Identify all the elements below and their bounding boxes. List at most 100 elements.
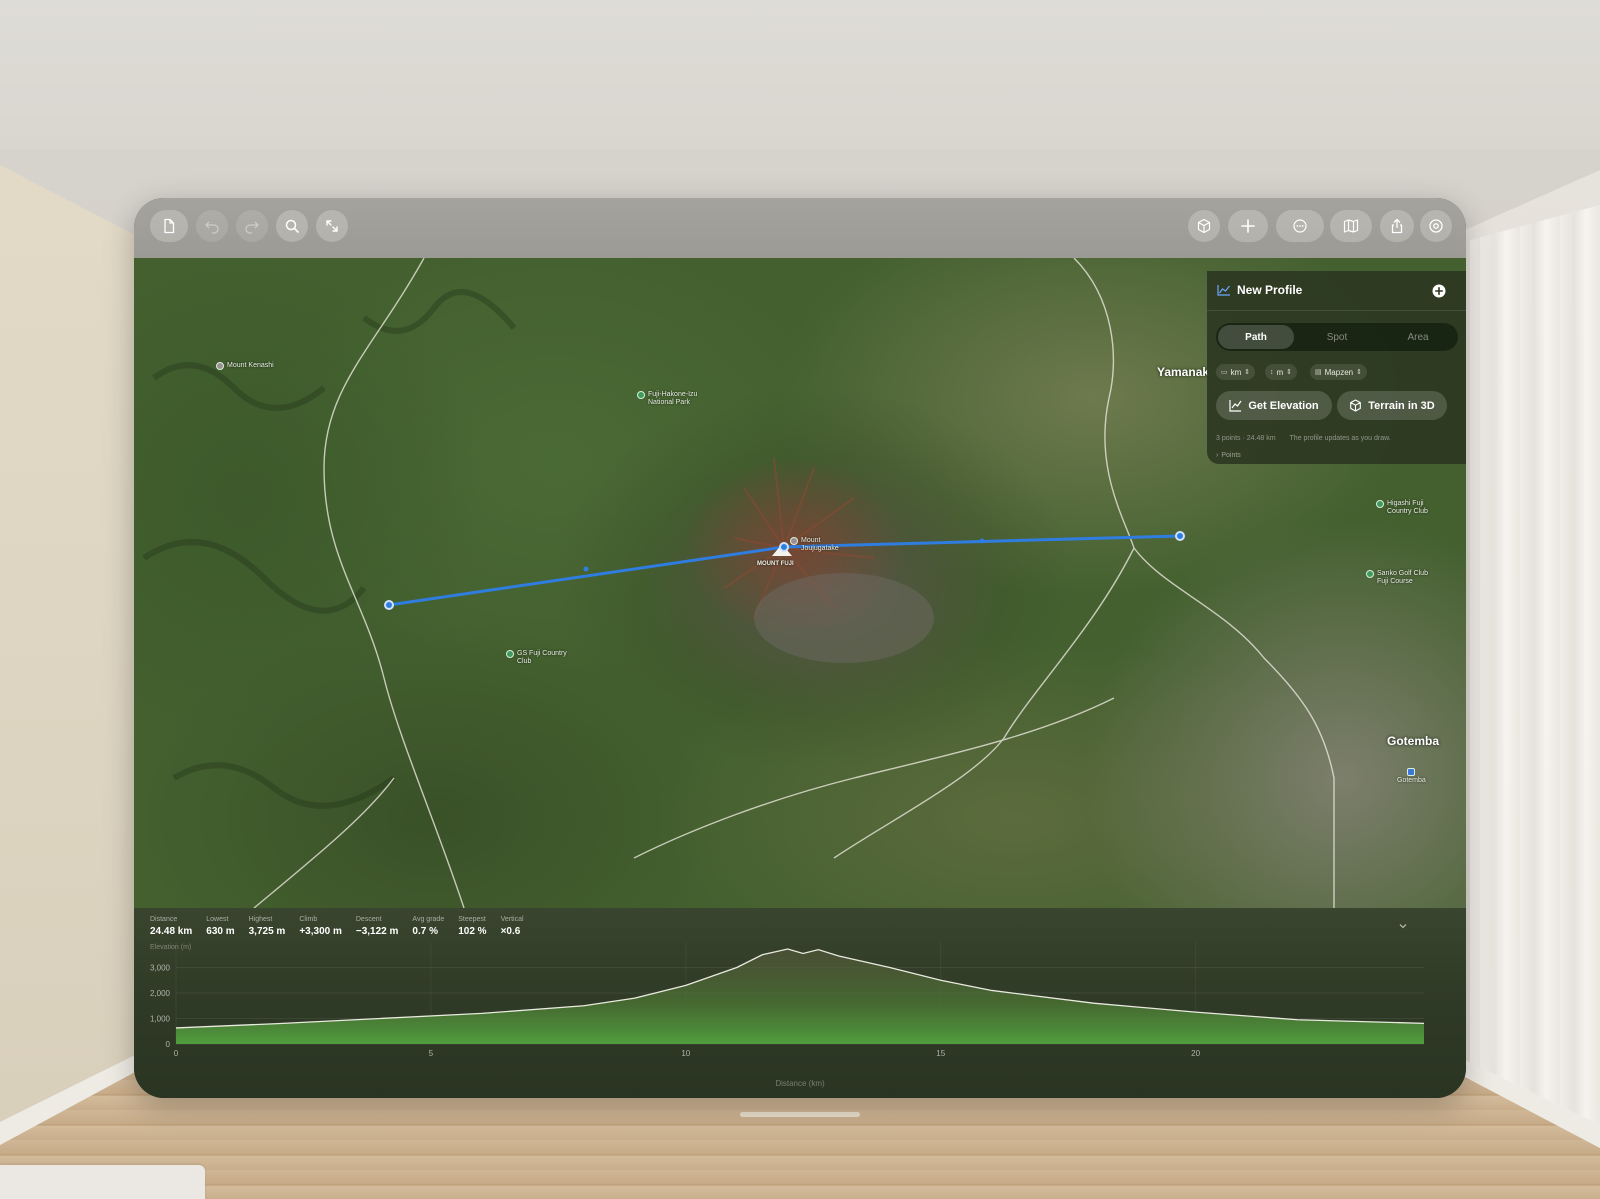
satellite-map[interactable]: Mount Kenashi Fuji-Hakone-Izu National P… xyxy=(134,258,1466,908)
chevron-down-icon[interactable] xyxy=(1397,920,1409,932)
more-button[interactable] xyxy=(1276,210,1324,242)
stat-distance: Distance 24.48 km xyxy=(150,916,192,937)
stat-vertical: Vertical ×0.6 xyxy=(501,916,524,937)
city-yamanaka[interactable]: Yamanak xyxy=(1157,365,1209,379)
chevron-right-icon: › xyxy=(1216,452,1219,459)
x-tick-label: 20 xyxy=(1191,1049,1200,1058)
panel-summary: 3 points · 24.48 km The profile updates … xyxy=(1216,435,1391,442)
mountain-icon xyxy=(790,537,798,545)
map-style-button[interactable] xyxy=(1330,210,1372,242)
mountain-icon xyxy=(216,362,224,370)
expand-icon xyxy=(326,220,338,232)
chevron-updown-icon: ⇕ xyxy=(1356,369,1362,376)
segment-spot[interactable]: Spot xyxy=(1299,325,1375,349)
stat-value: 0.7 % xyxy=(412,926,438,937)
map-icon xyxy=(1343,219,1359,233)
x-axis-label: Distance (km) xyxy=(775,1079,825,1088)
y-tick-label: 2,000 xyxy=(150,989,171,998)
toolbar xyxy=(134,198,1466,258)
stat-label: Highest xyxy=(248,916,273,923)
route-point-summit[interactable] xyxy=(779,542,789,552)
stat-value: 3,725 m xyxy=(248,926,286,937)
stat-highest: Highest 3,725 m xyxy=(249,916,286,937)
terrain-3d-toolbar-button[interactable] xyxy=(1188,210,1220,242)
layers-icon: ▤ xyxy=(1315,369,1322,376)
share-button[interactable] xyxy=(1380,210,1414,242)
height-unit-picker[interactable]: ↕ m ⇕ xyxy=(1265,364,1298,380)
points-disclosure[interactable]: › Points xyxy=(1216,452,1241,459)
height-icon: ↕ xyxy=(1270,368,1274,376)
stat-label: Distance xyxy=(150,916,178,923)
stat-value: ×0.6 xyxy=(500,926,521,937)
x-tick-label: 5 xyxy=(429,1049,434,1058)
document-icon xyxy=(164,218,175,234)
city-gotemba[interactable]: Gotemba xyxy=(1387,734,1439,748)
expand-button[interactable] xyxy=(316,210,348,242)
app-window: Mount Kenashi Fuji-Hakone-Izu National P… xyxy=(134,198,1466,1098)
profile-panel: New Profile Path Spot Area ▭ km ⇕ ↕ m ⇕ xyxy=(1207,271,1466,464)
stat-value: 102 % xyxy=(458,926,487,937)
get-elevation-button[interactable]: Get Elevation xyxy=(1216,391,1332,420)
panel-header: New Profile xyxy=(1207,271,1466,311)
sofa xyxy=(0,1165,205,1199)
distance-unit-picker[interactable]: ▭ km ⇕ xyxy=(1216,364,1256,380)
new-document-button[interactable] xyxy=(150,210,188,242)
stat-steepest: Steepest 102 % xyxy=(458,916,486,937)
x-tick-label: 10 xyxy=(681,1049,690,1058)
stat-label: Descent xyxy=(355,916,382,923)
panel-hint: The profile updates as you draw. xyxy=(1289,435,1391,442)
train-icon xyxy=(1407,768,1416,776)
ruler-icon: ▭ xyxy=(1221,369,1228,376)
cube-icon xyxy=(1350,399,1362,412)
cube-icon xyxy=(1197,218,1211,234)
place-sanko-golf[interactable]: Sanko Golf Club Fuji Course xyxy=(1366,570,1438,586)
redo-icon xyxy=(245,221,259,234)
stats-row: Distance 24.48 km Lowest 630 m Highest 3,725 … xyxy=(150,916,538,937)
plus-circle-icon[interactable] xyxy=(1432,284,1446,298)
stat-lowest: Lowest 630 m xyxy=(206,916,234,937)
gear-icon xyxy=(1429,219,1443,233)
place-higashi-fuji[interactable]: Higashi Fuji Country Club xyxy=(1376,500,1436,516)
segment-area[interactable]: Area xyxy=(1380,325,1456,349)
source-picker[interactable]: ▤ Mapzen ⇕ xyxy=(1310,364,1367,380)
search-button[interactable] xyxy=(276,210,308,242)
y-tick-label: 1,000 xyxy=(150,1015,171,1024)
y-axis-label: Elevation (m) xyxy=(150,944,192,951)
settings-button[interactable] xyxy=(1420,210,1452,242)
plus-icon xyxy=(1241,219,1255,233)
place-gotemba-station[interactable]: Gotemba xyxy=(1397,768,1426,785)
route-point-end[interactable] xyxy=(1175,531,1185,541)
chart-line-icon xyxy=(1229,400,1242,412)
y-tick-label: 3,000 xyxy=(150,964,171,973)
elevation-area xyxy=(176,949,1424,1044)
stat-label: Vertical xyxy=(500,916,524,923)
place-mount-joujugatake[interactable]: Mount Joujugatake xyxy=(790,537,850,553)
stat-value: 630 m xyxy=(206,926,235,937)
stat-label: Climb xyxy=(299,916,318,923)
stat-avg-grade: Avg grade 0.7 % xyxy=(412,916,444,937)
terrain-in-3d-button[interactable]: Terrain in 3D xyxy=(1337,391,1447,420)
place-mount-fuji[interactable]: MOUNT FUJI xyxy=(757,560,794,568)
segment-path[interactable]: Path xyxy=(1218,325,1294,349)
x-tick-label: 15 xyxy=(936,1049,945,1058)
elevation-profile: 0 1,000 2,000 3,000 0 5 10 15 20 Distance 24.48 k… xyxy=(134,908,1466,1098)
chevron-updown-icon: ⇕ xyxy=(1286,369,1293,376)
route-point-start[interactable] xyxy=(384,600,394,610)
window-grabber[interactable] xyxy=(740,1112,860,1117)
place-gs-fuji[interactable]: GS Fuji Country Club xyxy=(506,650,571,666)
points-summary: 3 points · 24.48 km xyxy=(1216,435,1276,442)
mode-segmented-control: Path Spot Area xyxy=(1216,323,1458,351)
undo-button[interactable] xyxy=(196,210,228,242)
redo-button[interactable] xyxy=(236,210,268,242)
golf-icon xyxy=(1376,500,1384,508)
add-button[interactable] xyxy=(1228,210,1268,242)
stat-label: Steepest xyxy=(458,916,486,923)
place-fuji-hakone-izu[interactable]: Fuji-Hakone-Izu National Park xyxy=(637,391,707,407)
share-icon xyxy=(1391,218,1403,234)
place-mount-kenashi[interactable]: Mount Kenashi xyxy=(216,362,274,370)
ellipsis-icon xyxy=(1293,219,1307,233)
panel-title: New Profile xyxy=(1237,283,1303,297)
park-icon xyxy=(637,391,645,399)
chevron-updown-icon: ⇕ xyxy=(1244,369,1251,376)
stat-label: Lowest xyxy=(206,916,229,923)
